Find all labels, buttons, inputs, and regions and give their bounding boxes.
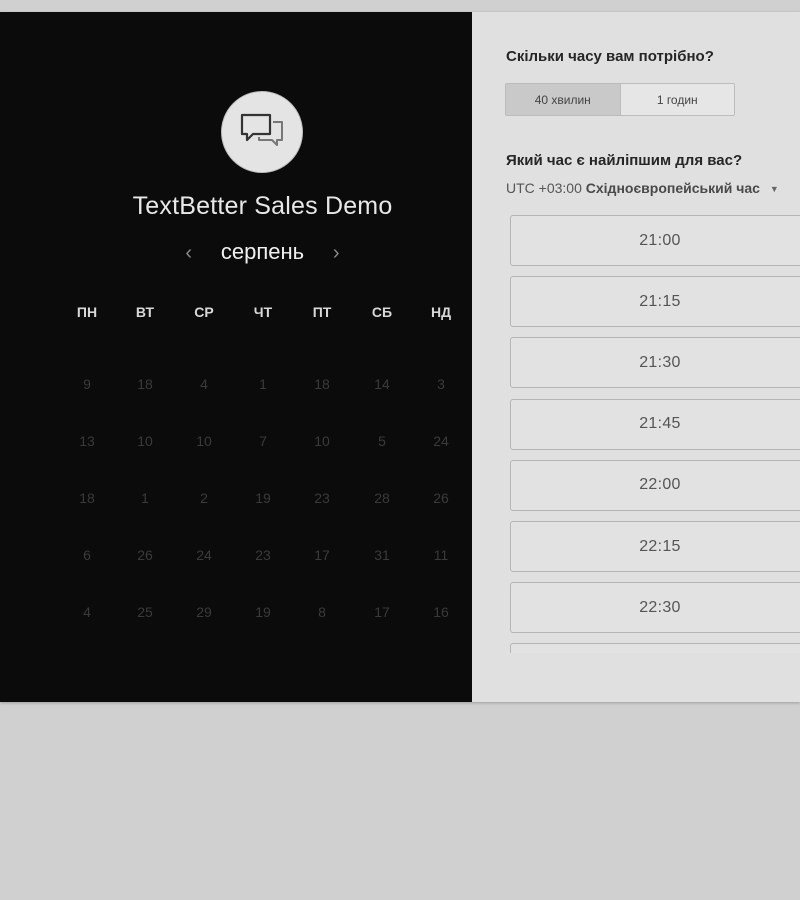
timezone-selector[interactable]: UTC +03:00 Східноєвропейський час ▼ [506, 180, 779, 196]
calendar-day: 19 [255, 490, 271, 506]
calendar-day: 6 [83, 547, 91, 563]
calendar-day: 26 [137, 547, 153, 563]
calendar-day: 3 [437, 376, 445, 392]
calendar-day: 18 [137, 376, 153, 392]
time-slot-button[interactable]: 22:00 [510, 459, 800, 511]
weekday-label: ПН [76, 304, 98, 320]
calendar-day: 23 [314, 490, 330, 506]
calendar-day: 11 [433, 547, 449, 563]
caret-down-icon: ▼ [769, 184, 779, 195]
calendar-day: 24 [433, 433, 449, 449]
time-slot-partial[interactable] [510, 643, 800, 653]
calendar-day: 10 [314, 433, 330, 449]
company-avatar [221, 91, 303, 173]
current-month: серпень [220, 239, 305, 264]
calendar-day: 10 [137, 433, 153, 449]
time-slot-button[interactable]: 22:30 [510, 582, 800, 634]
time-question: Який час є найліпшим для вас? [506, 152, 743, 169]
chevron-right-icon[interactable]: › [324, 242, 348, 265]
calendar-day: 1 [141, 490, 149, 506]
calendar-day: 18 [314, 376, 330, 392]
duration-question: Скільки часу вам потрібно? [506, 48, 714, 65]
event-title: TextBetter Sales Demo [132, 192, 393, 220]
calendar-panel: TextBetter Sales Demo ‹ серпень › ПН ВТ СР… [0, 12, 472, 702]
chevron-left-icon[interactable]: ‹ [177, 242, 201, 265]
calendar-day: 23 [255, 547, 271, 563]
calendar-day: 29 [196, 604, 212, 620]
calendar-day: 17 [374, 604, 390, 620]
calendar-day: 14 [374, 376, 390, 392]
calendar-day: 1 [259, 376, 267, 392]
duration-option-1-hour[interactable]: 1 годин [620, 84, 734, 115]
weekday-label: СР [194, 304, 214, 320]
page-top-strip [0, 0, 800, 12]
calendar-day: 26 [433, 490, 449, 506]
time-slot-button[interactable]: 21:45 [510, 398, 800, 450]
duration-option-40-minutes[interactable]: 40 хвилин [506, 84, 621, 115]
calendar-day: 25 [137, 604, 153, 620]
weekday-label: ПТ [312, 304, 332, 320]
calendar-day: 4 [83, 604, 91, 620]
month-navigation: ‹ серпень › [0, 239, 525, 265]
calendar-day: 28 [374, 490, 390, 506]
calendar-day: 13 [79, 433, 95, 449]
calendar-day: 16 [433, 604, 449, 620]
timezone-name: Східноєвропейський час [585, 180, 760, 196]
chat-bubbles-icon [240, 113, 283, 146]
calendar-day: 5 [378, 433, 386, 449]
calendar-day: 7 [259, 433, 267, 449]
time-slot-button[interactable]: 21:15 [510, 276, 800, 328]
calendar-day: 17 [314, 547, 330, 563]
booking-widget: TextBetter Sales Demo ‹ серпень › ПН ВТ СР… [0, 12, 800, 702]
calendar-day: 24 [196, 547, 212, 563]
calendar-day: 31 [374, 547, 390, 563]
calendar-day: 19 [255, 604, 271, 620]
booking-options-panel: Скільки часу вам потрібно? 40 хвилин 1 г… [472, 12, 800, 702]
weekday-label: ЧТ [253, 304, 273, 320]
calendar-day: 4 [200, 376, 208, 392]
weekday-label: ВТ [135, 304, 155, 320]
time-slot-button[interactable]: 22:15 [510, 521, 800, 572]
weekday-label: СБ [371, 304, 393, 320]
duration-selector: 40 хвилин 1 годин [505, 83, 735, 116]
calendar-day: 10 [196, 433, 212, 449]
timezone-offset: UTC +03:00 [506, 180, 582, 196]
weekday-label: НД [430, 304, 452, 320]
time-slot-button[interactable]: 21:00 [510, 215, 800, 266]
calendar-day: 8 [318, 604, 326, 620]
calendar-day: 18 [79, 490, 95, 506]
time-slot-button[interactable]: 21:30 [510, 337, 800, 389]
calendar-day: 2 [200, 490, 208, 506]
calendar-day: 9 [83, 376, 91, 392]
